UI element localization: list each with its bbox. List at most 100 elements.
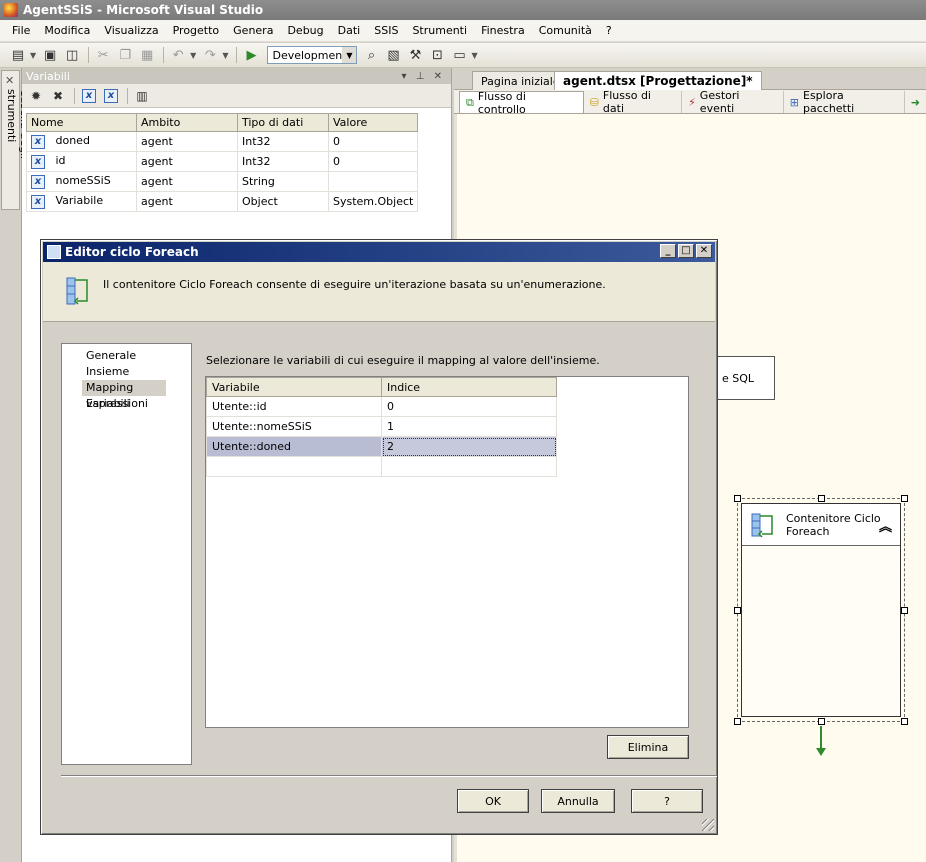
add-variable-icon[interactable]: ✹ [26,87,46,105]
tab-scroll-right[interactable]: ➜ [905,91,926,113]
undo-icon[interactable]: ↶ [168,46,188,64]
menu-help[interactable]: ? [600,24,618,37]
minimize-button[interactable]: _ [660,244,676,258]
choose-columns-icon[interactable]: ▥ [132,87,152,105]
menu-genera[interactable]: Genera [227,24,279,37]
resize-handle[interactable] [901,718,908,725]
variable-type[interactable]: Int32 [237,131,329,152]
variable-name-cell[interactable]: x doned [26,131,137,152]
variable-value[interactable]: 0 [327,131,419,152]
mapping-index-cell[interactable]: 1 [381,416,557,437]
variable-name-cell[interactable]: x nomeSSiS [26,171,137,192]
resize-handle[interactable] [901,607,908,614]
table-row[interactable]: x nomeSSiS agent String [26,171,419,192]
sql-task-box[interactable]: e SQL [715,356,775,400]
start-debug-icon[interactable]: ▶ [241,46,261,64]
delete-variable-icon[interactable]: ✖ [48,87,68,105]
nav-item-insieme[interactable]: Insieme [62,364,191,380]
cut-icon[interactable]: ✂ [93,46,113,64]
mapping-index-cell[interactable]: 2 [381,436,557,457]
table-row[interactable]: Utente::doned 2 [206,436,557,457]
menu-comunita[interactable]: Comunità [533,24,598,37]
chevron-down-icon[interactable]: ▼ [222,51,228,60]
menu-ssis[interactable]: SSIS [368,24,404,37]
menu-dati[interactable]: Dati [332,24,367,37]
find-icon[interactable]: ⌕ [361,46,381,64]
foreach-container[interactable]: Contenitore Ciclo Foreach ︽ [734,495,908,725]
mapping-variable-cell[interactable]: Utente::id [206,396,382,417]
menu-modifica[interactable]: Modifica [38,24,96,37]
chevron-down-icon[interactable]: ▼ [30,51,36,60]
chevron-down-icon[interactable]: ▼ [190,51,196,60]
delete-button[interactable]: Elimina [607,735,689,759]
variable-scope[interactable]: agent [136,171,238,192]
menu-file[interactable]: File [6,24,36,37]
resize-handle[interactable] [818,718,825,725]
panel-window-controls[interactable]: ▾ ⊥ ✕ [402,71,445,82]
variable-value[interactable]: 0 [327,151,419,172]
help-button[interactable]: ? [631,789,703,813]
toolbox-icon[interactable]: ⊡ [427,46,447,64]
redo-icon[interactable]: ↷ [200,46,220,64]
maximize-button[interactable]: □ [678,244,694,258]
resize-handle[interactable] [734,495,741,502]
properties-icon[interactable]: ▧ [383,46,403,64]
tab-package-explorer[interactable]: ⊞ Esplora pacchetti [784,89,905,115]
chevron-down-icon[interactable]: ▼ [471,51,477,60]
show-system-variables-icon[interactable]: x [79,87,99,105]
menu-progetto[interactable]: Progetto [167,24,226,37]
configuration-combo[interactable]: Development ▼ [267,46,358,64]
resize-grip-icon[interactable] [702,819,714,831]
variable-type[interactable]: Object [237,191,329,212]
dialog-title-bar[interactable]: Editor ciclo Foreach _ □ ✕ [43,242,715,262]
collapse-icon[interactable]: ︽ [879,516,892,535]
variable-scope[interactable]: agent [136,191,238,212]
tab-control-flow[interactable]: ⧉ Flusso di controllo [459,90,584,116]
variable-value[interactable] [327,171,419,192]
menu-visualizza[interactable]: Visualizza [98,24,164,37]
nav-item-generale[interactable]: Generale [62,348,191,364]
column-header-name[interactable]: Nome [26,113,137,132]
table-row[interactable]: x id agent Int32 0 [26,151,419,172]
variable-name-cell[interactable]: x Variabile [26,191,137,212]
ok-button[interactable]: OK [457,789,529,813]
nav-item-mapping-variabili[interactable]: Mapping variabili [82,380,166,410]
variable-type[interactable]: String [237,171,329,192]
nav-item-espressioni[interactable]: Espressioni [62,396,191,412]
table-row[interactable]: Utente::id 0 [206,396,557,417]
variable-scope[interactable]: agent [136,151,238,172]
variable-value[interactable]: System.Object [327,191,419,212]
tab-data-flow[interactable]: ⛁ Flusso di dati [584,89,683,115]
cancel-button[interactable]: Annulla [541,789,615,813]
resize-handle[interactable] [734,607,741,614]
menu-finestra[interactable]: Finestra [475,24,531,37]
copy-icon[interactable]: ❐ [115,46,135,64]
menu-debug[interactable]: Debug [281,24,329,37]
variable-name-cell[interactable]: x id [26,151,137,172]
new-row-variable-cell[interactable] [206,456,382,477]
new-row-index-cell[interactable] [381,456,557,477]
save-all-icon[interactable]: ◫ [62,46,82,64]
table-row[interactable]: x doned agent Int32 0 [26,131,419,152]
variable-type[interactable]: Int32 [237,151,329,172]
show-all-variables-icon[interactable]: x [101,87,121,105]
mapping-variable-cell[interactable]: Utente::nomeSSiS [206,416,382,437]
column-header-scope[interactable]: Ambito [136,113,238,132]
table-row[interactable]: Utente::nomeSSiS 1 [206,416,557,437]
resize-handle[interactable] [818,495,825,502]
variable-scope[interactable]: agent [136,131,238,152]
column-header-value[interactable]: Valore [327,113,419,132]
column-header-variable[interactable]: Variabile [206,377,382,397]
save-icon[interactable]: ▣ [40,46,60,64]
column-header-index[interactable]: Indice [381,377,557,397]
column-header-type[interactable]: Tipo di dati [237,113,329,132]
toolbox-tab[interactable]: ✕ Casella degli strumenti [1,70,31,210]
tab-event-handlers[interactable]: ⚡ Gestori eventi [682,89,784,115]
command-window-icon[interactable]: ▭ [449,46,469,64]
menu-strumenti[interactable]: Strumenti [406,24,473,37]
foreach-container-header[interactable]: Contenitore Ciclo Foreach ︽ [742,504,900,546]
chevron-down-icon[interactable]: ▼ [342,47,357,63]
close-button[interactable]: ✕ [696,244,712,258]
paste-icon[interactable]: ▦ [137,46,157,64]
new-project-icon[interactable]: ▤ [8,46,28,64]
